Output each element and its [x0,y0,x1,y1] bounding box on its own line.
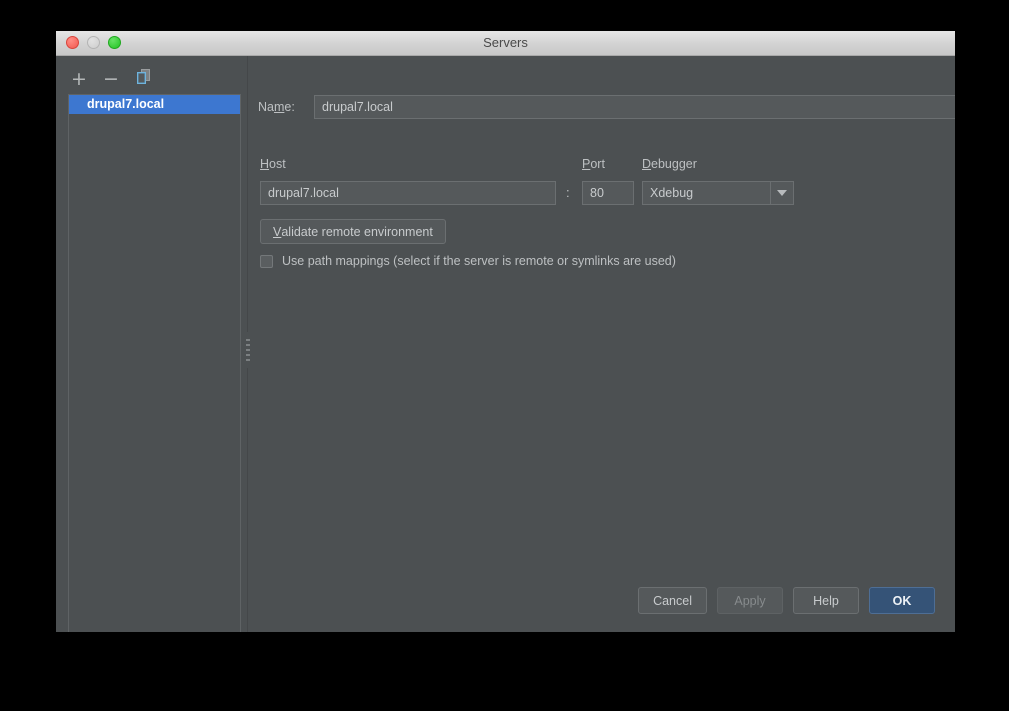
panel-splitter[interactable] [244,56,252,632]
dialog-footer: Cancel Apply Help OK [638,587,935,614]
host-input[interactable]: drupal7.local [260,181,556,205]
validate-remote-environment-button[interactable]: Validate remote environment [260,219,446,244]
name-label: Name: [258,100,295,114]
port-label: Port [582,157,605,171]
use-path-mappings-row[interactable]: Use path mappings (select if the server … [260,254,676,268]
debugger-label: Debugger [642,157,697,171]
remove-server-button[interactable]: − [100,68,122,90]
name-input[interactable]: drupal7.local [314,95,955,119]
grip-dot [246,344,250,346]
list-item[interactable]: drupal7.local [69,95,240,114]
server-list-toolbar: + − [68,66,243,92]
server-details-form: Name: drupal7.local Host Port Debugger d… [258,56,955,632]
grip-dot [246,354,250,356]
chevron-down-icon[interactable] [770,181,794,205]
help-button[interactable]: Help [793,587,859,614]
port-input[interactable]: 80 [582,181,634,205]
servers-dialog: Servers + − drupal7.local Name: drupal7.… [56,31,955,632]
minus-icon: − [103,67,119,90]
cancel-button[interactable]: Cancel [638,587,707,614]
plus-icon: + [71,67,87,90]
window-title: Servers [483,35,528,50]
dialog-body: + − drupal7.local Name: drupal7.local Ho… [56,56,955,632]
screen: Servers + − drupal7.local Name: drupal7.… [0,0,1009,711]
host-port-separator: : [566,185,570,200]
grip-dot [246,359,250,361]
copy-server-button[interactable] [132,68,154,90]
use-path-mappings-label: Use path mappings (select if the server … [282,254,676,268]
use-path-mappings-checkbox[interactable] [260,254,273,268]
title-bar: Servers [56,31,955,56]
copy-icon [135,68,152,91]
field-labels-row: Host Port Debugger [260,157,860,175]
debugger-select-value: Xdebug [642,181,770,205]
splitter-grip[interactable] [245,332,251,368]
debugger-select[interactable]: Xdebug [642,181,794,205]
server-list[interactable]: drupal7.local [68,94,241,632]
host-label: Host [260,157,286,171]
grip-dot [246,349,250,351]
ok-button[interactable]: OK [869,587,935,614]
apply-button: Apply [717,587,783,614]
add-server-button[interactable]: + [68,68,90,90]
name-row: Name: drupal7.local [258,95,955,119]
grip-dot [246,339,250,341]
